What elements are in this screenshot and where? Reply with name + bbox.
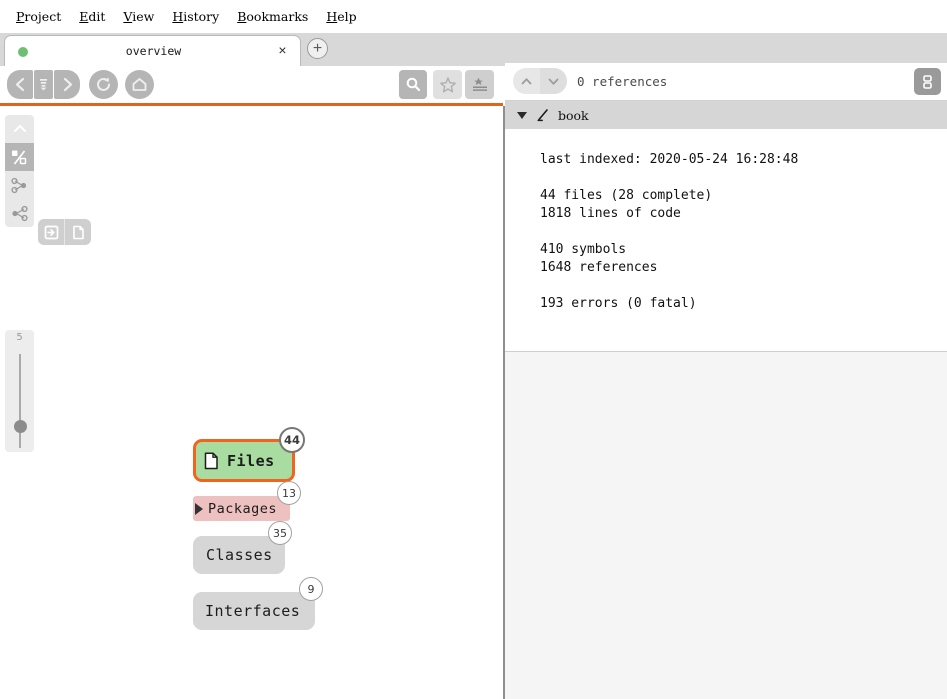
graph-depth-icon[interactable] bbox=[5, 143, 34, 171]
code-line: last indexed: 2020-05-24 16:28:48 bbox=[540, 151, 947, 169]
graph-node-files-badge[interactable]: 44 bbox=[279, 427, 305, 453]
code-line: 193 errors (0 fatal) bbox=[540, 295, 947, 313]
collapse-icon[interactable] bbox=[5, 115, 34, 143]
node-graph-alt-icon[interactable] bbox=[5, 199, 34, 227]
graph-node-packages[interactable]: Packages bbox=[193, 496, 290, 521]
reference-nav-group bbox=[513, 68, 567, 94]
graph-node-interfaces-badge[interactable]: 9 bbox=[299, 577, 323, 601]
code-line: 1648 references bbox=[540, 259, 947, 277]
split-layout-icon[interactable] bbox=[914, 68, 941, 95]
back-arrow-icon[interactable] bbox=[7, 70, 33, 99]
graph-toolbar bbox=[5, 115, 34, 227]
code-line bbox=[540, 169, 947, 187]
menu-item-history[interactable]: History bbox=[163, 9, 228, 24]
search-icon[interactable] bbox=[399, 70, 427, 99]
reload-icon[interactable] bbox=[89, 70, 118, 99]
triangle-right-icon bbox=[195, 503, 203, 515]
zoom-level-label: 5 bbox=[5, 332, 34, 343]
file-name-label: book bbox=[558, 108, 589, 123]
menu-label-history-rest: istory bbox=[183, 9, 219, 24]
graph-node-classes-badge[interactable]: 35 bbox=[268, 521, 292, 545]
menu-item-edit[interactable]: Edit bbox=[70, 9, 114, 24]
menu-item-view[interactable]: View bbox=[114, 9, 163, 24]
tab-title: overview bbox=[5, 36, 302, 67]
code-line: 44 files (28 complete) bbox=[540, 187, 947, 205]
app-window: Project Edit View History Bookmarks Help… bbox=[0, 0, 947, 699]
pen-icon bbox=[536, 108, 550, 122]
graph-action-buttons bbox=[38, 219, 91, 245]
menu-item-help[interactable]: Help bbox=[317, 9, 365, 24]
triangle-down-icon[interactable] bbox=[517, 112, 527, 119]
menu-label-bookmarks-rest: ookmarks bbox=[246, 9, 308, 24]
new-tab-button[interactable]: + bbox=[307, 38, 328, 59]
code-panel-empty-area bbox=[505, 351, 947, 699]
code-line: 1818 lines of code bbox=[540, 205, 947, 223]
tab-close-icon[interactable]: × bbox=[275, 43, 290, 58]
home-icon[interactable] bbox=[125, 70, 154, 99]
chevron-up-icon[interactable] bbox=[513, 68, 540, 94]
star-icon[interactable] bbox=[433, 70, 462, 99]
zoom-slider-thumb[interactable] bbox=[14, 420, 27, 433]
graph-node-interfaces[interactable]: Interfaces bbox=[193, 592, 315, 630]
file-icon bbox=[204, 452, 219, 470]
forward-arrow-icon[interactable] bbox=[54, 70, 80, 99]
tab-overview[interactable]: overview × bbox=[4, 35, 301, 66]
zoom-slider-track[interactable] bbox=[19, 354, 21, 448]
code-line: 410 symbols bbox=[540, 241, 947, 259]
code-line bbox=[540, 277, 947, 295]
code-body: last indexed: 2020-05-24 16:28:48 44 fil… bbox=[505, 129, 947, 351]
node-graph-icon[interactable] bbox=[5, 171, 34, 199]
bookmark-list-icon[interactable] bbox=[465, 70, 494, 99]
menu-item-bookmarks[interactable]: Bookmarks bbox=[228, 9, 317, 24]
history-dropdown-icon[interactable] bbox=[34, 70, 53, 99]
file-header-book[interactable]: book bbox=[505, 101, 947, 129]
tab-strip: overview × + bbox=[0, 33, 947, 66]
menu-label-view-rest: iew bbox=[132, 9, 154, 24]
chevron-down-icon[interactable] bbox=[540, 68, 567, 94]
graph-node-packages-badge[interactable]: 13 bbox=[277, 481, 301, 505]
menu-label-project-rest: roject bbox=[24, 9, 61, 24]
code-line bbox=[540, 223, 947, 241]
graph-node-classes-label: Classes bbox=[206, 546, 273, 564]
menu-label-edit-rest: dit bbox=[88, 9, 105, 24]
zoom-slider[interactable]: 5 bbox=[5, 330, 34, 452]
menu-label-help-rest: elp bbox=[337, 9, 356, 24]
code-panel: 0 references book last indexed: 2020-05-… bbox=[505, 63, 947, 699]
graph-panel: 5 bbox=[0, 106, 503, 699]
reference-count-label: 0 references bbox=[577, 74, 667, 89]
snapshot-icon[interactable] bbox=[38, 219, 64, 245]
menu-bar: Project Edit View History Bookmarks Help bbox=[0, 0, 947, 33]
graph-node-packages-label: Packages bbox=[208, 501, 277, 517]
menu-item-project[interactable]: Project bbox=[7, 9, 70, 24]
graph-node-interfaces-label: Interfaces bbox=[205, 602, 300, 620]
code-panel-header: 0 references bbox=[505, 63, 947, 101]
graph-node-files-label: Files bbox=[227, 452, 275, 470]
file-icon[interactable] bbox=[64, 219, 91, 245]
